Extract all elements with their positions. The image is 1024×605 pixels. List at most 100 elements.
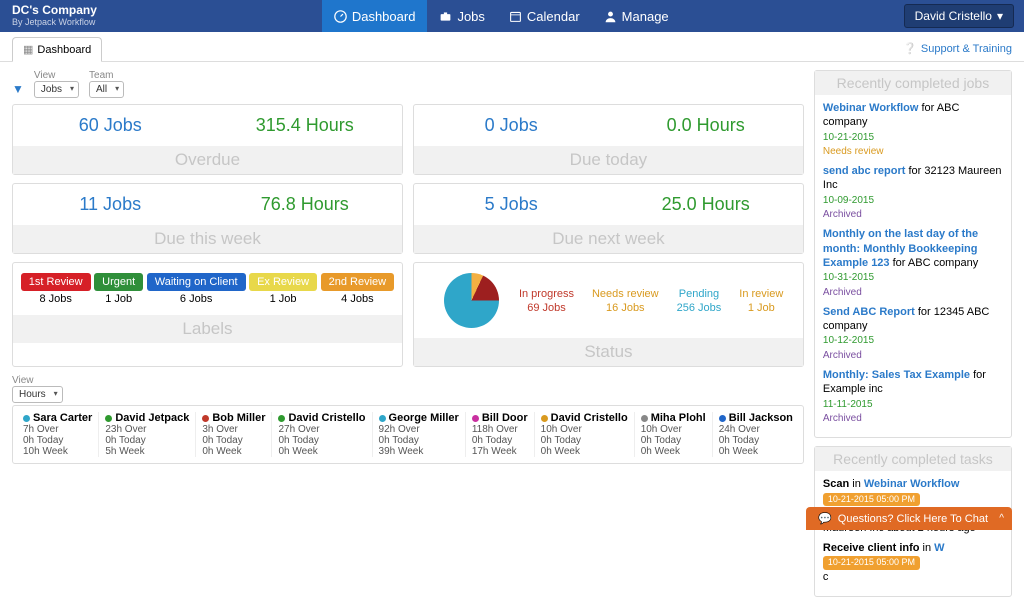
person-week: 0h Week — [719, 446, 793, 457]
person-name: David Cristello — [551, 412, 628, 424]
person-over: 23h Over — [105, 424, 189, 435]
person-today: 0h Today — [541, 435, 628, 446]
status-item[interactable]: Pending 256 Jobs — [677, 288, 722, 314]
person-name: Bob Miller — [212, 412, 265, 424]
label-pill: 1st Review — [21, 273, 91, 291]
nav-calendar[interactable]: Calendar — [497, 0, 592, 32]
filter-icon[interactable]: ▼ — [12, 82, 24, 98]
person-name: George Miller — [389, 412, 459, 424]
nav-calendar-label: Calendar — [527, 9, 580, 24]
person-week: 17h Week — [472, 446, 528, 457]
filter2-view-select[interactable]: Hours — [12, 386, 63, 403]
status-name: In review — [739, 288, 783, 300]
label-item[interactable]: 1st Review8 Jobs — [21, 273, 91, 305]
recent-job-link[interactable]: send abc report — [823, 165, 906, 177]
person-week: 39h Week — [379, 446, 459, 457]
brand-title: DC's Company — [12, 4, 97, 17]
person-dot — [278, 415, 285, 422]
tab-dashboard[interactable]: ▦ Dashboard — [12, 37, 102, 62]
people-row: Sara Carter7h Over0h Today10h WeekDavid … — [12, 405, 804, 464]
filter-view-label: View — [34, 70, 79, 81]
card-status: In progress69 Jobs Needs review16 Jobs Pen… — [413, 262, 804, 367]
nav-items: Dashboard Jobs Calendar Manage — [322, 0, 681, 32]
due-next-week-jobs: 5 Jobs — [414, 194, 608, 215]
person-column[interactable]: Bob Miller3h Over0h Today0h Week — [195, 412, 271, 457]
calendar-icon — [509, 10, 522, 23]
label-item[interactable]: Urgent 1 Job — [94, 273, 143, 305]
status-item[interactable]: In review1 Job — [739, 288, 783, 314]
recent-job-date: 10-09-2015 — [823, 195, 874, 206]
task-link[interactable]: Webinar Workflow — [864, 478, 960, 490]
recent-job-link[interactable]: Send ABC Report — [823, 306, 915, 318]
support-link[interactable]: ❔ Support & Training — [903, 42, 1012, 61]
due-this-week-jobs: 11 Jobs — [13, 194, 207, 215]
user-name: David Cristello — [915, 9, 992, 23]
chat-bar[interactable]: 💬 Questions? Click Here To Chat — [806, 507, 1012, 530]
person-dot — [379, 415, 386, 422]
person-today: 0h Today — [379, 435, 459, 446]
nav-jobs[interactable]: Jobs — [427, 0, 496, 32]
person-today: 0h Today — [719, 435, 793, 446]
person-dot — [472, 415, 479, 422]
user-menu[interactable]: David Cristello ▾ — [904, 4, 1014, 28]
label-count: 6 Jobs — [180, 293, 212, 305]
recent-job-link[interactable]: Webinar Workflow — [823, 102, 919, 114]
person-column[interactable]: Bill Door118h Over0h Today17h Week — [465, 412, 534, 457]
task-name: Receive client info — [823, 542, 920, 554]
label-item[interactable]: Waiting on Client 6 Jobs — [147, 273, 246, 305]
recent-job-link[interactable]: Monthly: Sales Tax Example — [823, 369, 970, 381]
status-title: Status — [414, 338, 803, 366]
label-pill: Urgent — [94, 273, 143, 291]
person-today: 0h Today — [23, 435, 92, 446]
status-name: Pending — [677, 288, 722, 300]
label-pill: Waiting on Client — [147, 273, 246, 291]
person-week: 0h Week — [278, 446, 365, 457]
recent-job-item: Monthly: Sales Tax Example for Example i… — [823, 368, 1003, 425]
status-count: 69 Jobs — [519, 302, 574, 314]
person-over: 24h Over — [719, 424, 793, 435]
person-column[interactable]: Sara Carter7h Over0h Today10h Week — [17, 412, 98, 457]
person-week: 0h Week — [641, 446, 706, 457]
status-count: 256 Jobs — [677, 302, 722, 314]
recent-tasks-title: Recently completed tasks — [815, 447, 1011, 471]
card-overdue[interactable]: 60 Jobs 315.4 Hours Overdue — [12, 104, 403, 175]
card-due-today[interactable]: 0 Jobs 0.0 Hours Due today — [413, 104, 804, 175]
filter-view-select[interactable]: Jobs — [34, 81, 79, 98]
filter-team-label: Team — [89, 70, 124, 81]
status-item[interactable]: Needs review16 Jobs — [592, 288, 659, 314]
recent-job-status: Archived — [823, 209, 862, 220]
tab-row: ▦ Dashboard ❔ Support & Training — [0, 32, 1024, 62]
label-count: 1 Job — [105, 293, 132, 305]
card-due-next-week[interactable]: 5 Jobs 25.0 Hours Due next week — [413, 183, 804, 254]
recent-job-date: 10-12-2015 — [823, 335, 874, 346]
nav-dashboard[interactable]: Dashboard — [322, 0, 428, 32]
person-column[interactable]: David Cristello10h Over0h Today0h Week — [534, 412, 634, 457]
filter-team-select[interactable]: All — [89, 81, 124, 98]
recent-job-item: Monthly on the last day of the month: Mo… — [823, 227, 1003, 298]
nav-dashboard-label: Dashboard — [352, 9, 416, 24]
recent-job-date: 10-21-2015 — [823, 132, 874, 143]
person-column[interactable]: Miha Plohl10h Over0h Today0h Week — [634, 412, 712, 457]
person-week: 0h Week — [541, 446, 628, 457]
due-today-jobs: 0 Jobs — [414, 115, 608, 136]
chevron-down-icon: ▾ — [997, 9, 1003, 23]
chat-label: Questions? Click Here To Chat — [838, 513, 988, 525]
person-dot — [202, 415, 209, 422]
person-today: 0h Today — [278, 435, 365, 446]
nav-manage[interactable]: Manage — [592, 0, 681, 32]
person-column[interactable]: David Jetpack23h Over0h Today5h Week — [98, 412, 195, 457]
card-labels: 1st Review8 JobsUrgent 1 Job Waiting on Cl… — [12, 262, 403, 367]
status-item[interactable]: In progress69 Jobs — [519, 288, 574, 314]
due-this-week-hours: 76.8 Hours — [207, 194, 401, 215]
label-item[interactable]: 2nd Review4 Jobs — [321, 273, 394, 305]
person-today: 0h Today — [105, 435, 189, 446]
labels-title: Labels — [13, 315, 402, 343]
person-column[interactable]: George Miller92h Over0h Today39h Week — [372, 412, 465, 457]
task-link[interactable]: W — [934, 542, 944, 554]
help-icon: ❔ — [903, 42, 917, 55]
card-due-this-week[interactable]: 11 Jobs 76.8 Hours Due this week — [12, 183, 403, 254]
person-column[interactable]: Bill Jackson24h Over0h Today0h Week — [712, 412, 799, 457]
recent-task-item: Receive client info in W 10-21-2015 05:0… — [823, 541, 1003, 584]
label-item[interactable]: Ex Review1 Job — [249, 273, 317, 305]
person-column[interactable]: David Cristello27h Over0h Today0h Week — [271, 412, 371, 457]
